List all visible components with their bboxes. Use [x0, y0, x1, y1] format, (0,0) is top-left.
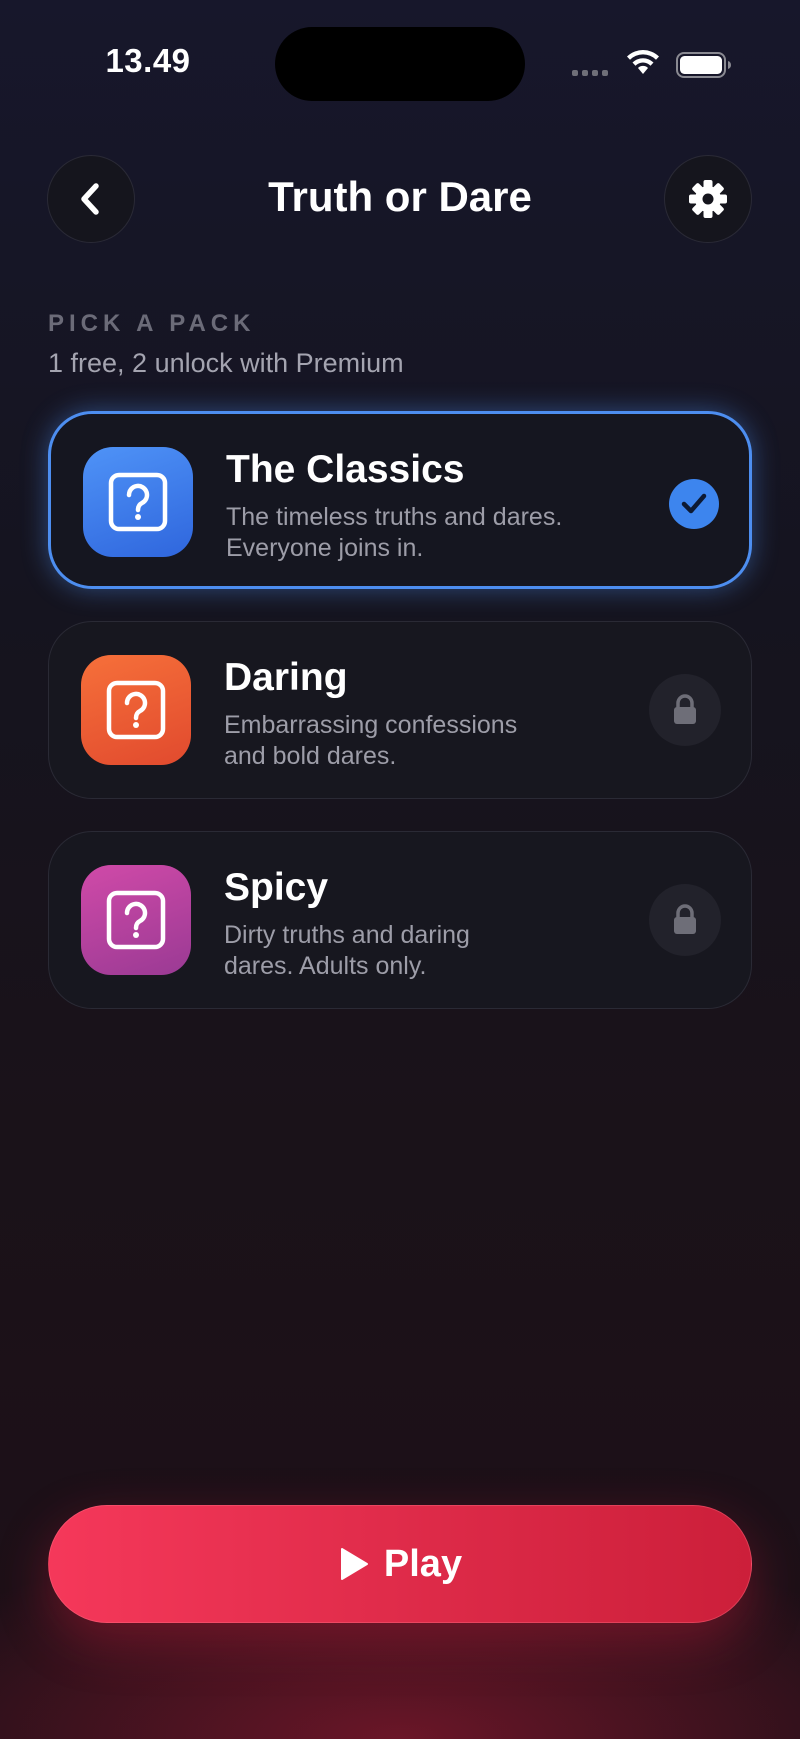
status-bar: 13.49 [0, 0, 800, 130]
pack-title: The Classics [226, 448, 465, 491]
section-label: PICK A PACK [48, 310, 256, 337]
play-icon [340, 1548, 368, 1580]
battery-icon [676, 52, 731, 78]
back-button[interactable] [47, 155, 135, 243]
dynamic-island [275, 27, 525, 101]
lock-badge [649, 884, 721, 956]
settings-button[interactable] [664, 155, 752, 243]
pack-description: Dirty truths and daring dares. Adults on… [224, 920, 624, 982]
pack-description-line: The timeless truths and dares. [226, 503, 563, 531]
lock-badge [649, 674, 721, 746]
checkmark-icon [681, 493, 707, 514]
pack-card-the-classics[interactable]: The Classics The timeless truths and dar… [48, 411, 752, 589]
question-square-icon [106, 890, 166, 950]
question-square-icon [106, 680, 166, 740]
play-button-label: Play [383, 1542, 463, 1585]
chevron-left-icon [81, 183, 99, 215]
pack-description: The timeless truths and dares. Everyone … [226, 502, 626, 564]
pack-icon [81, 655, 191, 765]
pack-description-line: dares. Adults only. [224, 952, 427, 980]
cellular-signal-icon [572, 70, 608, 76]
status-time: 13.49 [105, 42, 191, 79]
play-button[interactable]: Play [48, 1505, 752, 1623]
pack-card-daring[interactable]: Daring Embarrassing confessions and bold… [48, 621, 752, 799]
page-title: Truth or Dare [268, 173, 532, 220]
question-square-icon [108, 472, 168, 532]
pack-description-line: Dirty truths and daring [224, 921, 470, 949]
pack-icon [83, 447, 193, 557]
pack-title: Daring [224, 656, 348, 699]
selected-check-badge [669, 479, 719, 529]
pack-title: Spicy [224, 866, 329, 909]
pack-description-line: and bold dares. [224, 742, 397, 770]
wifi-icon [627, 50, 659, 74]
pack-description: Embarrassing confessions and bold dares. [224, 710, 624, 772]
pack-description-line: Embarrassing confessions [224, 711, 518, 739]
gear-icon [689, 180, 727, 218]
lock-icon [674, 904, 696, 934]
section-subtitle: 1 free, 2 unlock with Premium [48, 348, 404, 378]
pack-icon [81, 865, 191, 975]
pack-description-line: Everyone joins in. [226, 534, 424, 562]
pack-card-spicy[interactable]: Spicy Dirty truths and daring dares. Adu… [48, 831, 752, 1009]
lock-icon [674, 694, 696, 724]
